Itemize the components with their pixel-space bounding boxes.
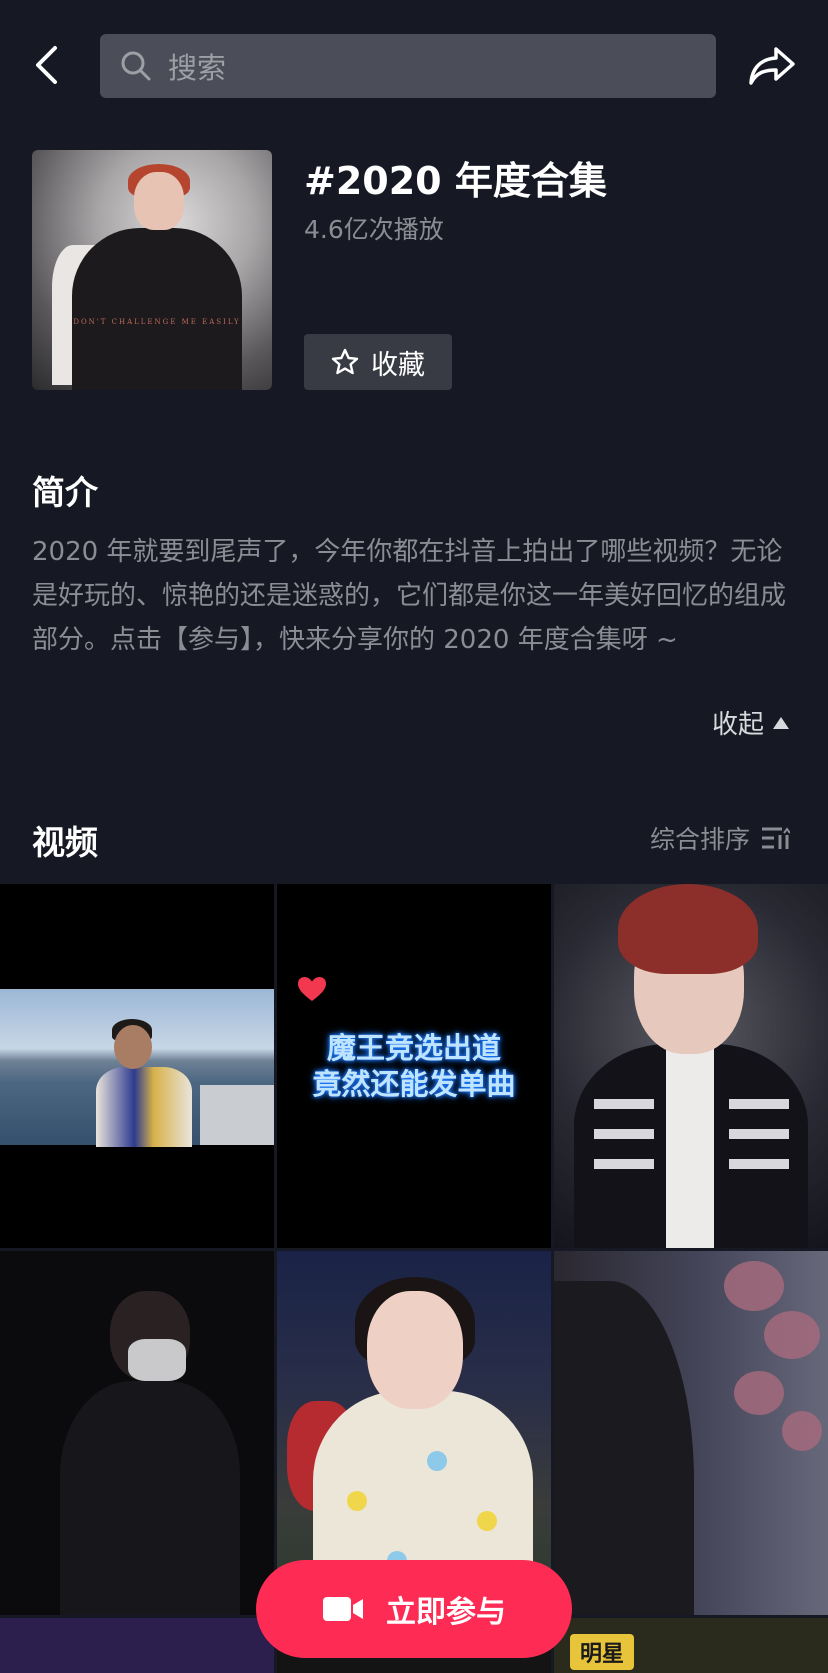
search-input[interactable]: 搜索 [100, 34, 716, 98]
share-arrow-icon [749, 47, 795, 85]
cover-tagline: DON'T CHALLENGE ME EASILY [73, 318, 241, 326]
video-camera-icon [323, 1597, 363, 1621]
video-grid: 魔王竞选出道 竟然还能发单曲 明星 [0, 884, 828, 1673]
celebrity-badge: 明星 [570, 1634, 635, 1670]
sort-button[interactable]: 综合排序 [650, 820, 791, 856]
top-bar: 搜索 [0, 0, 828, 130]
video-thumbnail[interactable]: 明星 [554, 1618, 828, 1673]
star-icon [331, 348, 359, 375]
join-button[interactable]: 立即参与 [256, 1560, 572, 1658]
topic-title: #2020 年度合集 [304, 159, 607, 203]
sort-label: 综合排序 [650, 825, 751, 854]
collapse-label: 收起 [712, 710, 765, 740]
video-caption-line: 魔王竞选出道 [326, 1031, 501, 1065]
collapse-button[interactable]: 收起 [712, 704, 790, 741]
join-label: 立即参与 [386, 1595, 506, 1630]
topic-cover-image: DON'T CHALLENGE ME EASILY [32, 150, 272, 390]
video-thumbnail[interactable] [0, 1251, 274, 1615]
sort-icon [762, 827, 791, 849]
heart-icon [298, 977, 326, 1001]
video-thumbnail[interactable] [0, 1618, 274, 1673]
sea-scene-image [0, 989, 274, 1147]
share-button[interactable] [746, 40, 798, 92]
intro-heading: 简介 [32, 473, 98, 512]
triangle-up-icon [773, 716, 790, 729]
search-placeholder: 搜索 [168, 51, 227, 85]
search-icon [121, 51, 151, 81]
video-caption: 魔王竞选出道 竟然还能发单曲 [277, 1030, 551, 1102]
intro-text: 2020 年就要到尾声了，今年你都在抖音上拍出了哪些视频？无论是好玩的、惊艳的还… [32, 537, 787, 655]
video-caption-line: 竟然还能发单曲 [312, 1067, 516, 1101]
chevron-left-icon [36, 46, 57, 84]
favorite-label: 收藏 [371, 349, 425, 381]
video-thumbnail[interactable] [554, 884, 828, 1248]
video-thumbnail[interactable]: 魔王竞选出道 竟然还能发单曲 [277, 884, 551, 1248]
back-button[interactable] [26, 40, 66, 90]
favorite-button[interactable]: 收藏 [304, 334, 452, 390]
videos-heading: 视频 [32, 823, 98, 862]
video-thumbnail[interactable] [0, 884, 274, 1248]
video-thumbnail[interactable] [554, 1251, 828, 1615]
play-count: 4.6亿次播放 [304, 215, 444, 244]
